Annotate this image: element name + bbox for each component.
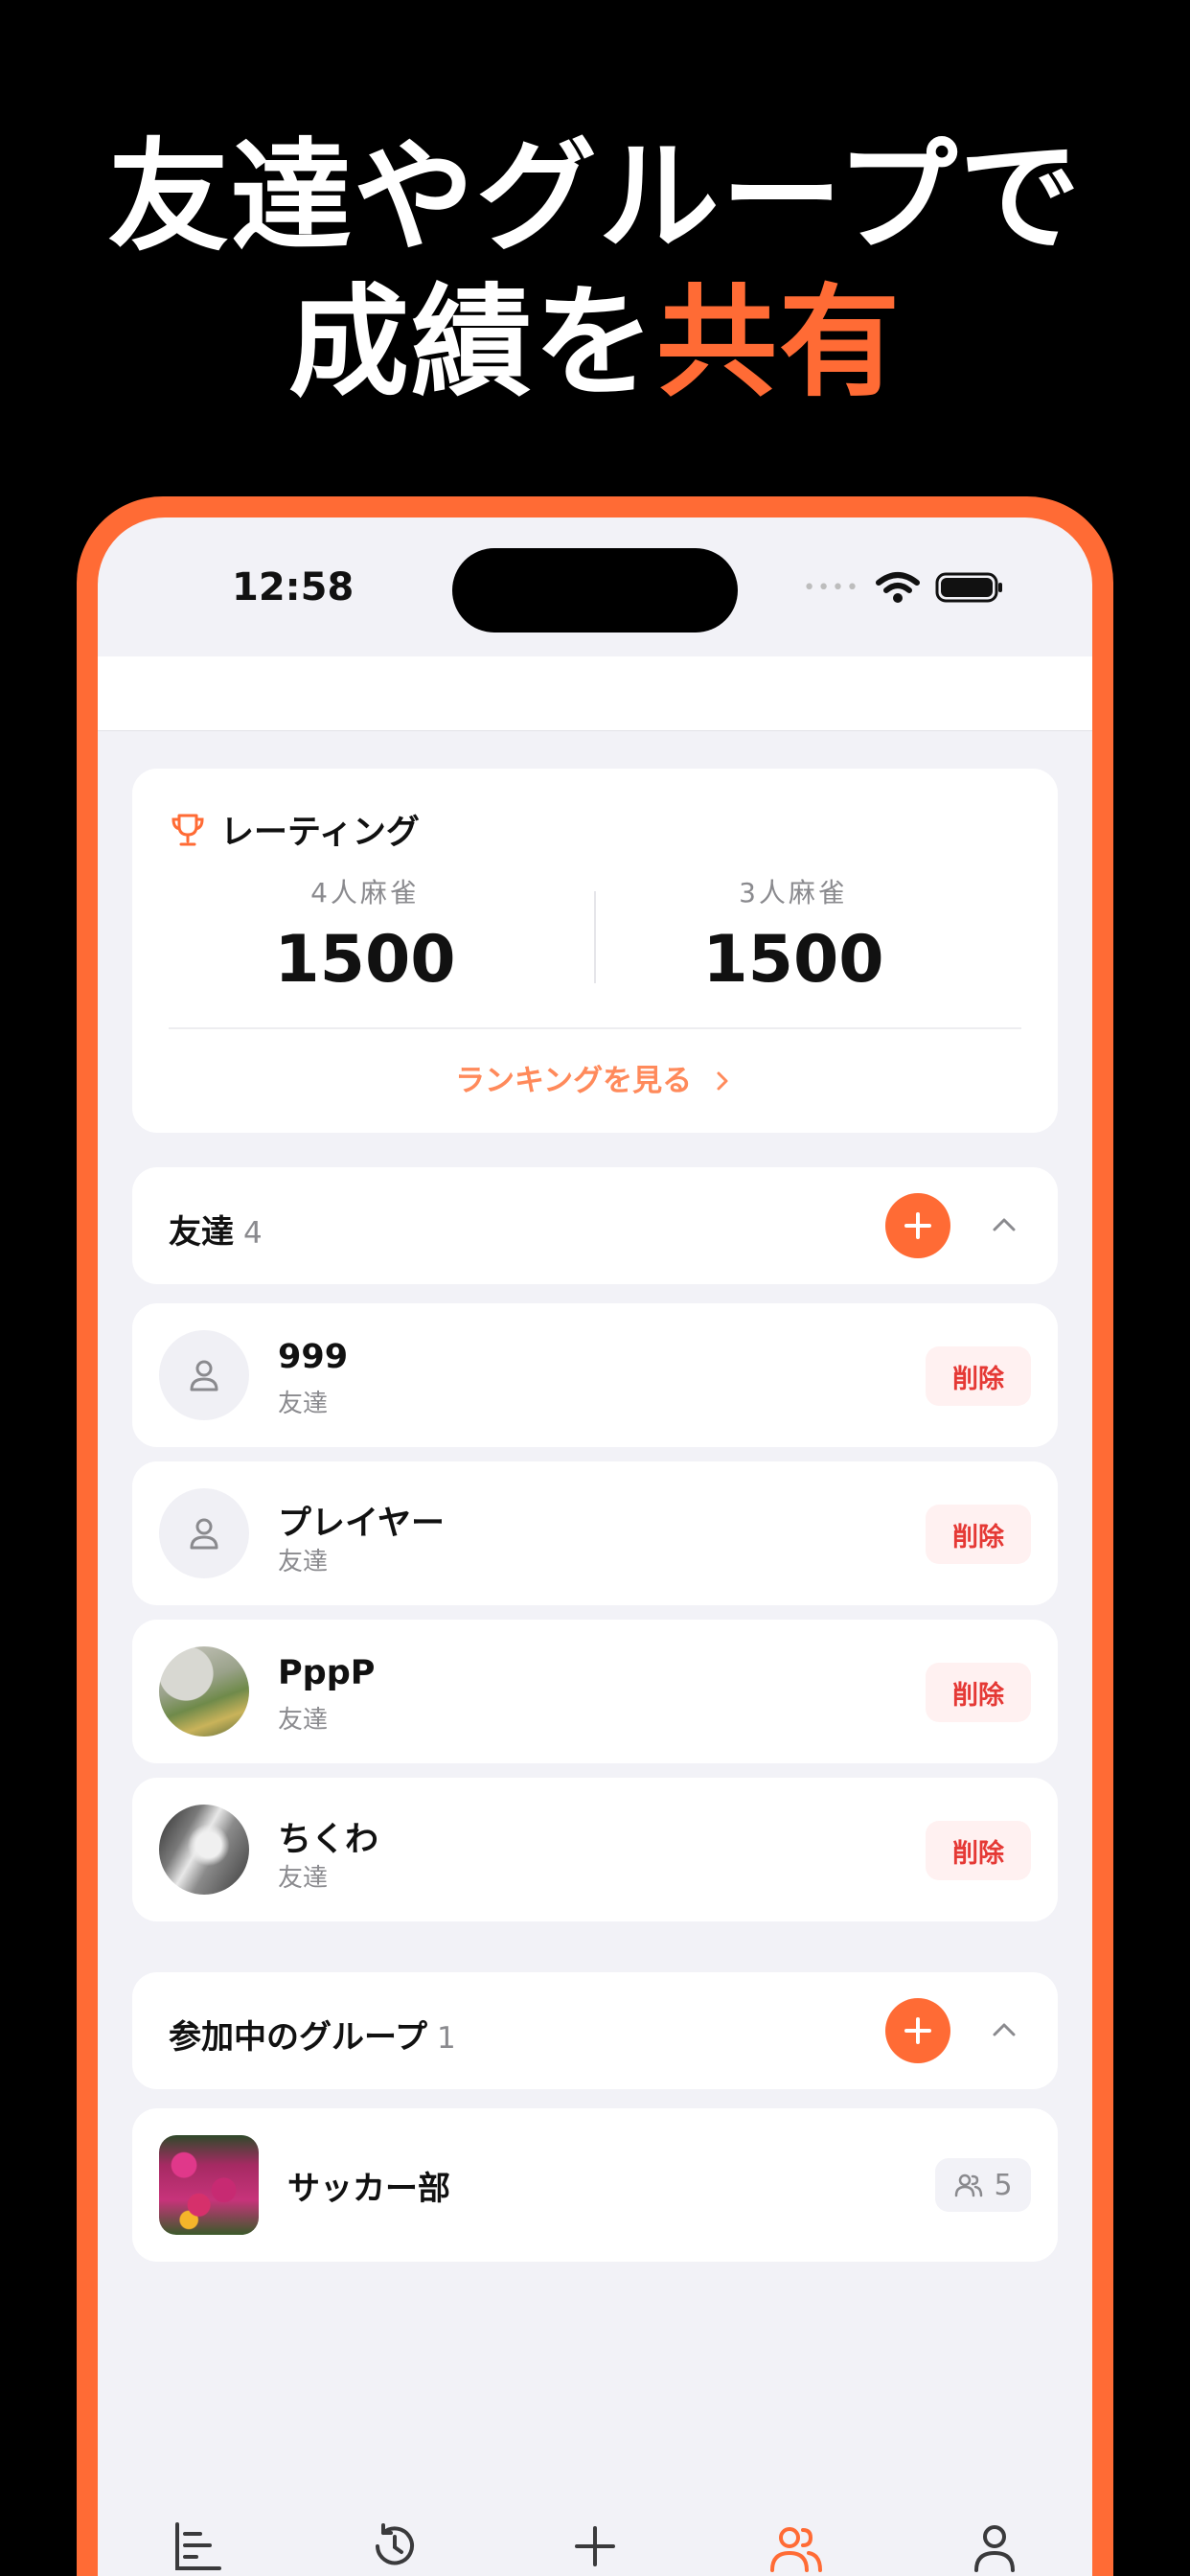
group-photo xyxy=(159,2135,259,2235)
status-icons: •••• xyxy=(803,571,1004,604)
four-player-label: 4人麻雀 xyxy=(310,877,420,908)
phone-screen: 12:58 •••• レーティング 4人麻雀 1500 3人麻雀 1500 ラン… xyxy=(98,518,1092,2576)
friend-name: PppP xyxy=(278,1654,376,1692)
avatar-photo xyxy=(159,1646,249,1736)
chevron-up-icon xyxy=(993,1218,1016,1231)
rating-three-player: 3人麻雀 1500 xyxy=(592,872,995,998)
collapse-friends-button[interactable] xyxy=(987,1208,1021,1242)
three-player-label: 3人麻雀 xyxy=(739,877,848,908)
headline-line-1: 友達やグループで xyxy=(107,126,1083,267)
tab-history[interactable] xyxy=(347,2520,443,2576)
friend-status: 友達 xyxy=(278,1390,329,1418)
ranking-link-label: ランキングを見る xyxy=(455,1064,693,1098)
friend-row[interactable]: PppP 友達 削除 xyxy=(132,1620,1058,1763)
friends-count: 4 xyxy=(243,1216,263,1251)
friends-section-header: 友達 4 xyxy=(132,1167,1058,1284)
navigation-bar xyxy=(98,656,1092,731)
groups-title: 参加中のグループ 1 xyxy=(169,2011,456,2058)
friends-icon xyxy=(770,2527,822,2572)
cellular-dots-icon: •••• xyxy=(803,575,860,600)
avatar-photo xyxy=(159,1805,249,1895)
chevron-up-icon xyxy=(993,2023,1016,2036)
promo-headline: 友達やグループで 成績を共有 xyxy=(0,125,1190,416)
battery-icon xyxy=(935,572,1002,603)
collapse-groups-button[interactable] xyxy=(987,2012,1021,2047)
tab-bar xyxy=(98,2520,1092,2576)
friend-name: ちくわ xyxy=(278,1821,379,1859)
plus-icon xyxy=(575,2526,615,2566)
people-icon xyxy=(955,2174,983,2197)
delete-friend-button[interactable]: 削除 xyxy=(926,1346,1031,1406)
friend-row[interactable]: プレイヤー 友達 削除 xyxy=(132,1461,1058,1605)
friend-status: 友達 xyxy=(278,1548,329,1576)
friend-row[interactable]: ちくわ 友達 削除 xyxy=(132,1778,1058,1921)
member-count-badge: 5 xyxy=(935,2158,1031,2212)
rating-card: レーティング 4人麻雀 1500 3人麻雀 1500 ランキングを見る xyxy=(132,769,1058,1133)
tab-friends[interactable] xyxy=(747,2520,843,2576)
wifi-icon xyxy=(876,572,920,603)
status-bar: 12:58 •••• xyxy=(98,518,1092,656)
friends-title: 友達 4 xyxy=(169,1206,263,1253)
member-count: 5 xyxy=(994,2168,1013,2202)
group-name: サッカー部 xyxy=(287,2170,450,2208)
history-icon xyxy=(376,2523,414,2565)
dynamic-island xyxy=(452,548,738,632)
groups-section-header: 参加中のグループ 1 xyxy=(132,1972,1058,2089)
friend-row[interactable]: 999 友達 削除 xyxy=(132,1303,1058,1447)
friend-name: プレイヤー xyxy=(278,1505,445,1543)
avatar xyxy=(159,1488,249,1578)
avatar xyxy=(159,1330,249,1420)
person-icon xyxy=(190,1360,218,1392)
four-player-rating: 1500 xyxy=(274,922,456,998)
groups-title-label: 参加中のグループ xyxy=(169,2018,427,2057)
profile-icon xyxy=(974,2525,1015,2572)
three-player-rating: 1500 xyxy=(702,922,884,998)
headline-line-2-plain: 成績を xyxy=(288,272,656,413)
delete-friend-button[interactable]: 削除 xyxy=(926,1505,1031,1564)
tab-profile[interactable] xyxy=(947,2520,1042,2576)
groups-count: 1 xyxy=(436,2021,456,2056)
rating-header: レーティング xyxy=(169,805,420,854)
group-row[interactable]: サッカー部 5 xyxy=(132,2108,1058,2262)
friends-title-label: 友達 xyxy=(169,1213,234,1252)
status-time: 12:58 xyxy=(232,565,355,610)
person-icon xyxy=(190,1518,218,1550)
friend-status: 友達 xyxy=(278,1864,329,1893)
add-group-button[interactable] xyxy=(885,1998,950,2063)
friend-status: 友達 xyxy=(278,1706,329,1735)
chevron-right-icon xyxy=(717,1071,728,1091)
rating-four-player: 4人麻雀 1500 xyxy=(164,872,566,998)
ranking-link[interactable]: ランキングを見る xyxy=(132,1056,1058,1099)
stats-icon xyxy=(175,2522,221,2570)
trophy-icon xyxy=(172,814,204,845)
tab-stats[interactable] xyxy=(148,2520,243,2576)
headline-line-2: 成績を共有 xyxy=(0,270,1190,416)
tab-add[interactable] xyxy=(547,2520,643,2576)
headline-line-2-accent: 共有 xyxy=(656,272,902,413)
rating-separator xyxy=(169,1027,1021,1029)
add-friend-button[interactable] xyxy=(885,1193,950,1258)
friend-name: 999 xyxy=(278,1338,349,1376)
delete-friend-button[interactable]: 削除 xyxy=(926,1821,1031,1880)
plus-icon xyxy=(904,2017,931,2044)
plus-icon xyxy=(904,1212,931,1239)
delete-friend-button[interactable]: 削除 xyxy=(926,1663,1031,1722)
rating-title: レーティング xyxy=(220,814,420,852)
